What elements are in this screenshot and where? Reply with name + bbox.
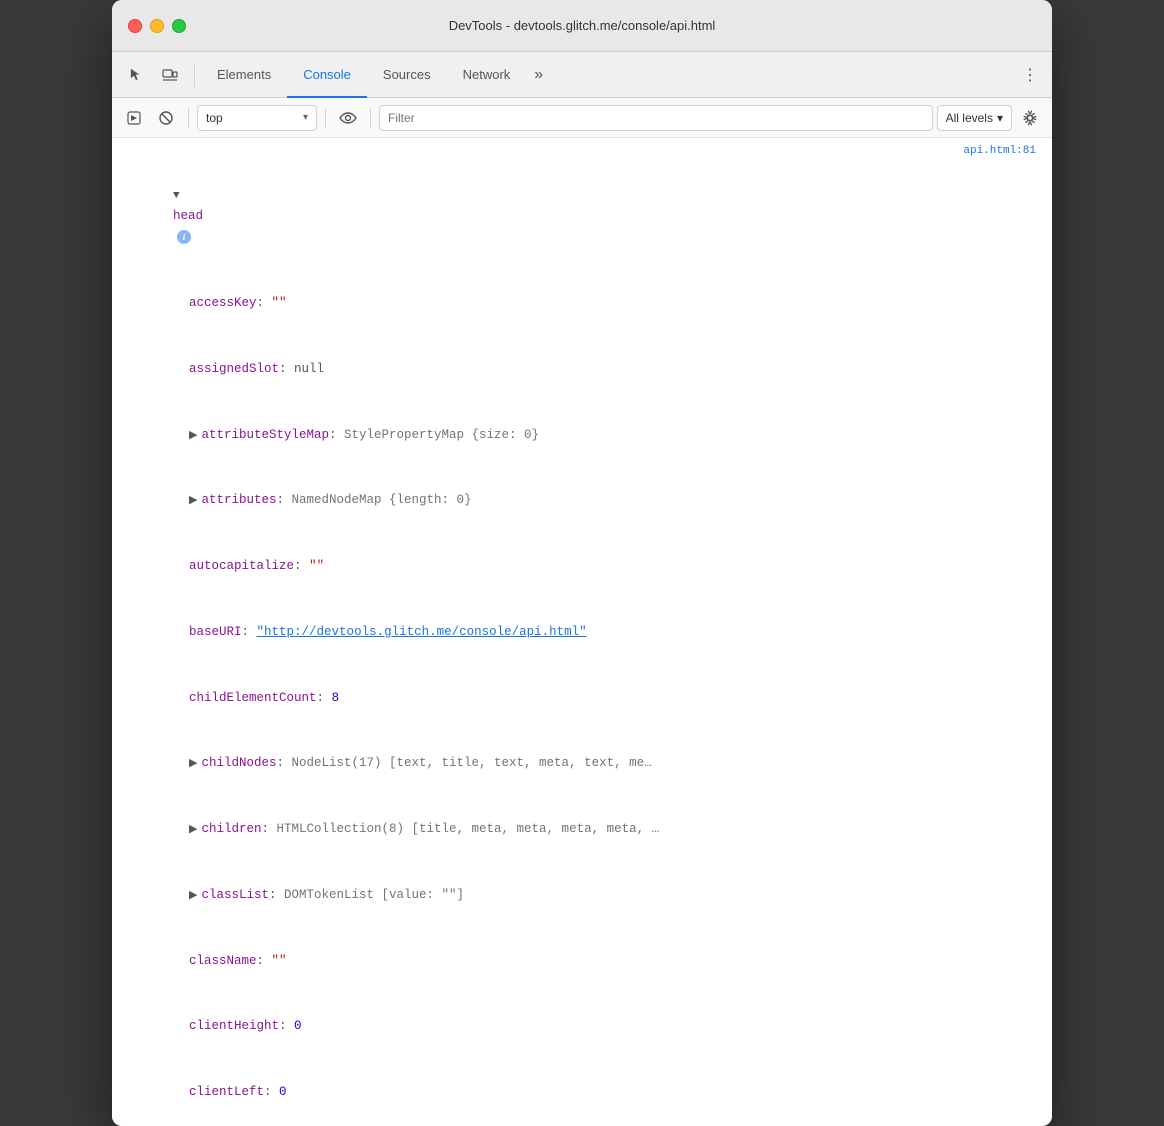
close-button[interactable] (128, 19, 142, 33)
prop-clientLeft: clientLeft: 0 (112, 1060, 1052, 1126)
prop-childElementCount: childElementCount: 8 (112, 665, 1052, 731)
prop-accessKey: accessKey: "" (112, 271, 1052, 337)
prop-autocapitalize: autocapitalize: "" (112, 534, 1052, 600)
prop-attributes: ▶attributes: NamedNodeMap {length: 0} (112, 468, 1052, 534)
devtools-menu-button[interactable]: ⋮ (1016, 61, 1044, 89)
tab-console[interactable]: Console (287, 52, 367, 98)
info-icon[interactable]: i (177, 230, 191, 244)
tab-network[interactable]: Network (447, 52, 527, 98)
expand-toggle-attributeStyleMap[interactable]: ▶ (189, 430, 197, 442)
console-toolbar: top ▾ All levels ▾ (112, 98, 1052, 138)
context-selector[interactable]: top ▾ (197, 105, 317, 131)
object-name[interactable]: head (173, 209, 203, 223)
expand-toggle[interactable]: ▼ (173, 190, 180, 202)
eye-icon (339, 112, 357, 124)
devtools-window: DevTools - devtools.glitch.me/console/ap… (112, 0, 1052, 1126)
window-title: DevTools - devtools.glitch.me/console/ap… (449, 18, 716, 33)
filter-input[interactable] (379, 105, 933, 131)
titlebar: DevTools - devtools.glitch.me/console/ap… (112, 0, 1052, 52)
prop-clientHeight: clientHeight: 0 (112, 994, 1052, 1060)
device-icon (162, 67, 178, 83)
toolbar-separator-3 (370, 108, 371, 128)
prop-className: className: "" (112, 928, 1052, 994)
tab-separator (194, 63, 195, 87)
expand-toggle-classList[interactable]: ▶ (189, 890, 197, 902)
console-settings-button[interactable] (1016, 104, 1044, 132)
live-expression-button[interactable] (334, 104, 362, 132)
prop-assignedSlot: assignedSlot: null (112, 337, 1052, 403)
prop-classList: ▶classList: DOMTokenList [value: ""] (112, 863, 1052, 929)
execute-icon (127, 111, 141, 125)
clear-console-button[interactable] (152, 104, 180, 132)
execute-button[interactable] (120, 104, 148, 132)
gear-icon (1022, 110, 1038, 126)
devtools-tab-bar: Elements Console Sources Network » ⋮ (112, 52, 1052, 98)
prop-baseURI: baseURI: "http://devtools.glitch.me/cons… (112, 600, 1052, 666)
more-tabs-button[interactable]: » (526, 52, 551, 98)
maximize-button[interactable] (172, 19, 186, 33)
source-link[interactable]: api.html:81 (112, 138, 1052, 163)
prop-attributeStyleMap: ▶attributeStyleMap: StylePropertyMap {si… (112, 402, 1052, 468)
level-chevron-icon: ▾ (997, 111, 1003, 125)
inspect-element-button[interactable] (120, 59, 152, 91)
expand-toggle-attributes[interactable]: ▶ (189, 495, 197, 507)
cursor-icon (128, 67, 144, 83)
traffic-lights (128, 19, 186, 33)
expand-toggle-children[interactable]: ▶ (189, 824, 197, 836)
minimize-button[interactable] (150, 19, 164, 33)
toolbar-separator (188, 108, 189, 128)
tab-elements[interactable]: Elements (201, 52, 287, 98)
tab-sources[interactable]: Sources (367, 52, 447, 98)
prop-childNodes: ▶childNodes: NodeList(17) [text, title, … (112, 731, 1052, 797)
root-object-line: ▼ head i (112, 163, 1052, 271)
expand-toggle-childNodes[interactable]: ▶ (189, 758, 197, 770)
prop-children: ▶children: HTMLCollection(8) [title, met… (112, 797, 1052, 863)
toolbar-separator-2 (325, 108, 326, 128)
log-level-selector[interactable]: All levels ▾ (937, 105, 1012, 131)
device-toggle-button[interactable] (154, 59, 186, 91)
console-output: api.html:81 ▼ head i accessKey: "" assig… (112, 138, 1052, 1126)
chevron-down-icon: ▾ (303, 112, 308, 123)
no-icon (158, 110, 174, 126)
